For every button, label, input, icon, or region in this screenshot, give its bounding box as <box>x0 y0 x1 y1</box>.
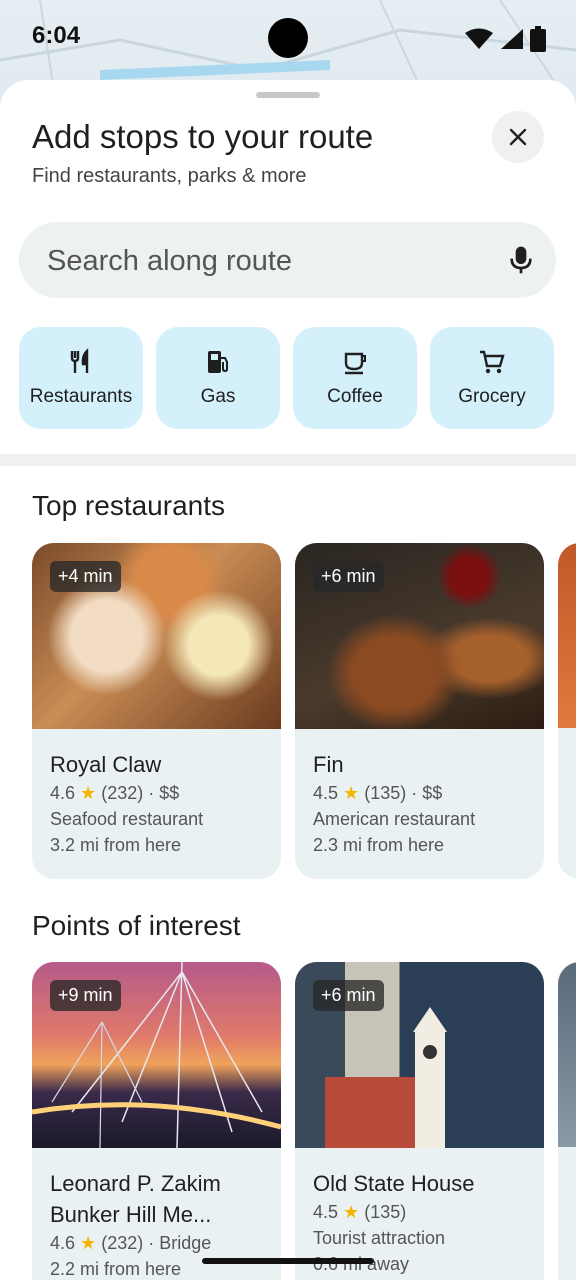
place-type: Tourist attraction <box>313 1228 446 1248</box>
next-card-peek[interactable] <box>558 962 576 1280</box>
close-button[interactable] <box>492 111 544 163</box>
chip-label: Restaurants <box>29 386 133 407</box>
shopping-cart-icon <box>480 350 505 374</box>
place-distance: 2.3 mi from here <box>313 835 445 855</box>
detour-badge: +6 min <box>313 980 384 1011</box>
camera-cutout <box>268 18 308 58</box>
chip-gas[interactable]: Gas <box>156 327 280 429</box>
battery-icon <box>530 26 546 52</box>
section-title-restaurants: Top restaurants <box>32 490 225 521</box>
poi-photo: +6 min <box>295 962 544 1148</box>
sheet-subtitle: Find restaurants, parks & more <box>32 165 307 187</box>
fork-knife-icon <box>70 348 89 373</box>
chip-restaurants[interactable]: Restaurants <box>19 327 143 429</box>
place-distance: 3.2 mi from here <box>50 835 182 855</box>
chip-coffee[interactable]: Coffee <box>293 327 417 429</box>
poi-card[interactable]: +6 min Old State House 4.5 ★ (135) Touri… <box>295 962 544 1280</box>
system-icons <box>464 26 546 52</box>
place-distance: 0.6 mi away <box>313 1254 410 1274</box>
place-name: Fin <box>313 752 344 777</box>
coffee-cup-icon <box>344 352 366 375</box>
star-icon: ★ <box>80 1233 97 1253</box>
status-bar: 6:04 <box>0 0 576 72</box>
search-input[interactable] <box>45 240 489 282</box>
signal-icon <box>501 29 523 49</box>
microphone-icon[interactable] <box>505 244 537 276</box>
close-icon <box>509 128 527 146</box>
star-icon: ★ <box>343 1202 360 1222</box>
next-card-peek[interactable] <box>558 543 576 879</box>
place-name: Royal Claw <box>50 752 162 777</box>
rating-line: 4.5 ★ (135) · $$ <box>313 783 443 803</box>
restaurant-photo: +4 min <box>32 543 281 729</box>
place-name: Leonard P. Zakim Bunker Hill Me... <box>50 1171 221 1227</box>
chip-label: Gas <box>200 386 236 407</box>
detour-badge: +4 min <box>50 561 121 592</box>
place-type: Seafood restaurant <box>50 809 204 829</box>
star-icon: ★ <box>343 783 360 803</box>
restaurant-carousel: +4 min Royal Claw 4.6 ★ (232) · $$ Seafo… <box>32 543 576 879</box>
detour-badge: +9 min <box>50 980 121 1011</box>
restaurant-photo: +6 min <box>295 543 544 729</box>
gas-pump-icon <box>208 351 228 373</box>
restaurant-card[interactable]: +4 min Royal Claw 4.6 ★ (232) · $$ Seafo… <box>32 543 281 879</box>
bottom-sheet: Add stops to your route Find restaurants… <box>0 80 576 1280</box>
star-icon: ★ <box>80 783 97 803</box>
status-time: 6:04 <box>32 22 81 49</box>
chip-label: Grocery <box>458 386 526 407</box>
chip-grocery[interactable]: Grocery <box>430 327 554 429</box>
search-bar[interactable] <box>19 222 556 298</box>
place-type: American restaurant <box>313 809 476 829</box>
restaurant-card[interactable]: +6 min Fin 4.5 ★ (135) · $$ American res… <box>295 543 544 879</box>
detour-badge: +6 min <box>313 561 384 592</box>
rating-line: 4.5 ★ (135) <box>313 1202 407 1222</box>
chip-label: Coffee <box>327 386 383 407</box>
section-divider <box>0 454 576 466</box>
poi-card[interactable]: +9 min Leonard P. Zakim Bunker Hill Me..… <box>32 962 281 1280</box>
rating-line: 4.6 ★ (232) · $$ <box>50 783 180 803</box>
wifi-icon <box>465 28 493 49</box>
rating-line: 4.6 ★ (232) · Bridge <box>50 1233 212 1253</box>
sheet-title: Add stops to your route <box>32 118 374 155</box>
place-name: Old State House <box>313 1171 475 1196</box>
drag-handle[interactable] <box>256 92 320 98</box>
poi-carousel: +9 min Leonard P. Zakim Bunker Hill Me..… <box>32 962 576 1280</box>
category-chips: Restaurants Gas Coffee Grocery <box>19 327 554 429</box>
home-indicator[interactable] <box>202 1258 374 1264</box>
poi-photo: +9 min <box>32 962 281 1148</box>
section-title-poi: Points of interest <box>32 910 241 941</box>
